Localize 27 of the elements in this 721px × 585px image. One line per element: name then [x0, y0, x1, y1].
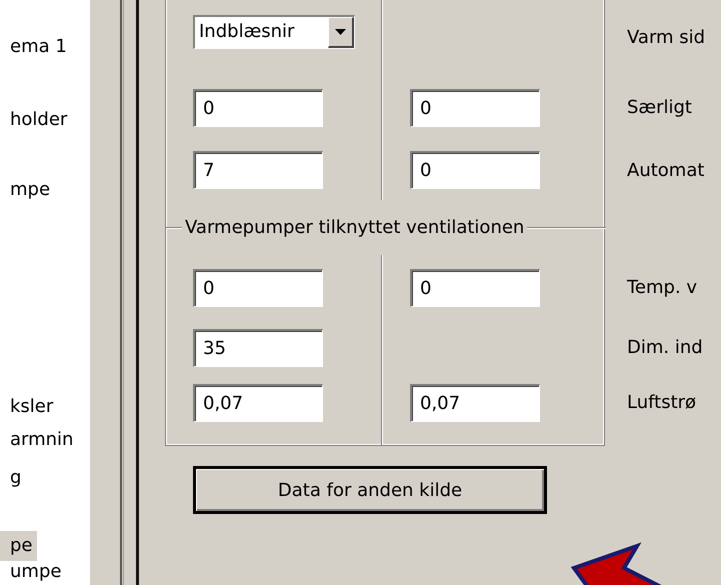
input-field[interactable]: 0,07: [410, 384, 540, 422]
input-field[interactable]: 0: [410, 268, 540, 306]
sidebar-item[interactable]: umpe: [0, 561, 66, 583]
sidebar-item[interactable]: armnin: [0, 425, 78, 455]
field-label: Luftstrø: [627, 391, 696, 415]
sidebar-item[interactable]: pe: [0, 531, 36, 561]
sidebar-item[interactable]: g: [0, 463, 26, 493]
sidebar-item[interactable]: mpe: [0, 175, 54, 205]
field-label: Dim. ind: [627, 336, 703, 360]
input-field[interactable]: 0: [193, 88, 323, 126]
input-field[interactable]: 0: [410, 88, 540, 126]
field-label: Særligt: [627, 96, 692, 120]
input-field[interactable]: 0: [193, 268, 323, 306]
input-field[interactable]: 7: [193, 151, 323, 189]
input-field[interactable]: 35: [193, 328, 323, 366]
input-field[interactable]: 0: [410, 151, 540, 189]
data-button[interactable]: Data for anden kilde: [193, 466, 547, 514]
sidebar-item[interactable]: ksler: [0, 392, 58, 422]
input-field[interactable]: 0,07: [193, 384, 323, 422]
field-label: Automat: [627, 158, 704, 182]
dropdown-arrow-icon[interactable]: [335, 28, 346, 34]
sidebar-item[interactable]: holder: [0, 105, 72, 135]
field-label: Temp. v: [627, 276, 698, 300]
sidebar-item[interactable]: ema 1: [0, 32, 71, 62]
field-label: Varm sid: [627, 26, 706, 50]
section-title: Varmepumper tilknyttet ventilationen: [184, 216, 526, 240]
dropdown-field[interactable]: Indblæsnir: [193, 14, 355, 48]
